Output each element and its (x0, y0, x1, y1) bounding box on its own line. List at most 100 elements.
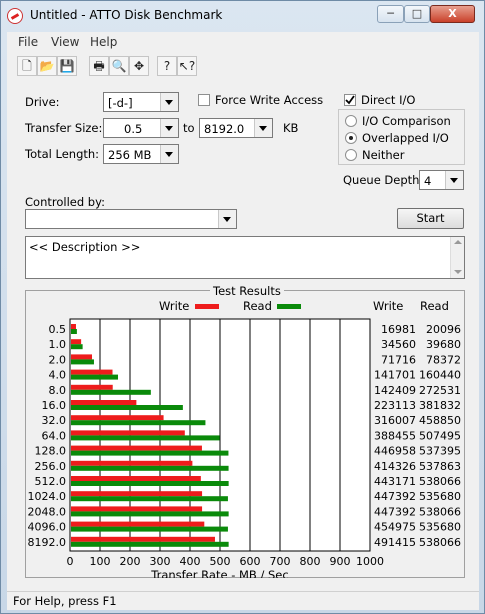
write-bar (71, 521, 205, 527)
read-bar (71, 526, 228, 532)
drive-select[interactable]: [-d-] (103, 92, 179, 112)
minimize-button[interactable]: ─ (377, 5, 404, 23)
write-bar (71, 476, 201, 481)
move-button[interactable]: ✥ (129, 56, 149, 76)
scroll-down-icon[interactable] (454, 270, 462, 274)
read-bar (71, 344, 83, 350)
save-button[interactable]: 💾 (57, 56, 77, 76)
read-bar (71, 389, 151, 395)
x-tick-label: 0 (67, 555, 74, 568)
transfer-from-select[interactable]: 0.5 (103, 118, 179, 138)
description-scrollbar[interactable] (450, 237, 464, 278)
write-bar (71, 460, 193, 466)
read-bar (71, 435, 220, 441)
y-tick-label: 1024.0 (28, 490, 67, 503)
write-bar (71, 536, 215, 542)
chevron-down-icon[interactable] (160, 145, 178, 163)
x-tick-label: 100 (90, 555, 111, 568)
read-bar (71, 359, 94, 365)
open-button[interactable]: 📂 (37, 56, 57, 76)
y-tick-label: 32.0 (42, 414, 67, 427)
description-box[interactable]: << Description >> (25, 236, 465, 279)
scroll-up-icon[interactable] (454, 240, 462, 244)
queue-depth-select[interactable]: 4 (419, 170, 464, 190)
overlapped-io-radio[interactable] (345, 132, 357, 144)
chevron-down-icon[interactable] (218, 210, 236, 228)
write-bar (71, 491, 203, 497)
read-value-label: 538066 (419, 475, 461, 488)
read-bar (71, 374, 119, 380)
read-bar (71, 541, 229, 547)
y-tick-label: 8192.0 (28, 536, 67, 549)
menu-file[interactable]: File (18, 35, 38, 49)
read-value-label: 39680 (426, 338, 461, 351)
description-text: << Description >> (29, 240, 141, 254)
direct-io-checkbox[interactable] (344, 94, 356, 106)
direct-io-label: Direct I/O (361, 93, 416, 107)
force-write-checkbox[interactable] (198, 94, 210, 106)
print-preview-button[interactable]: 🔍 (109, 56, 129, 76)
close-button[interactable]: X (430, 5, 475, 23)
write-value-label: 142409 (374, 384, 416, 397)
print-button[interactable]: 🖶 (89, 56, 109, 76)
x-tick-label: 400 (180, 555, 201, 568)
read-value-label: 538066 (419, 505, 461, 518)
x-tick-label: 600 (240, 555, 261, 568)
menu-view[interactable]: View (51, 35, 79, 49)
write-value-label: 71716 (381, 353, 416, 366)
write-value-label: 414326 (374, 460, 416, 473)
title-bar[interactable]: Untitled - ATTO Disk Benchmark ─ □ X (1, 1, 484, 31)
read-value-label: 78372 (426, 353, 461, 366)
y-tick-label: 16.0 (42, 399, 67, 412)
drive-label: Drive: (25, 95, 60, 109)
write-value-label: 443171 (374, 475, 416, 488)
write-value-label: 223113 (374, 399, 416, 412)
transfer-to-select[interactable]: 8192.0 (199, 118, 273, 138)
write-bar (71, 445, 202, 451)
neither-radio[interactable] (345, 149, 357, 161)
chevron-down-icon[interactable] (160, 93, 178, 111)
print-preview-icon: 🔍 (111, 59, 127, 73)
save-icon: 💾 (59, 59, 75, 73)
read-bar (71, 420, 206, 426)
y-tick-label: 4.0 (49, 369, 67, 382)
chevron-down-icon[interactable] (445, 171, 463, 189)
move-icon: ✥ (133, 59, 145, 73)
context-help-button[interactable]: ↖? (177, 56, 197, 76)
y-tick-label: 2048.0 (28, 505, 67, 518)
write-bar (71, 369, 113, 375)
transfer-rate-chart: 0 100 200 300 400 500 600 700 800 900 1000 Transfer… (28, 318, 461, 578)
read-bar (71, 511, 229, 517)
controlled-by-label: Controlled by: (25, 195, 105, 209)
y-tick-label: 0.5 (49, 323, 67, 336)
total-length-select[interactable]: 256 MB (103, 144, 179, 164)
x-tick-label: 900 (330, 555, 351, 568)
write-value-label: 388455 (374, 429, 416, 442)
start-button[interactable]: Start (397, 208, 464, 229)
read-value-label: 381832 (419, 399, 461, 412)
chevron-down-icon[interactable] (254, 119, 272, 137)
status-text: For Help, press F1 (13, 594, 117, 608)
read-value-label: 538066 (419, 536, 461, 549)
io-comparison-radio[interactable] (345, 115, 357, 127)
controlled-by-select[interactable] (25, 209, 237, 229)
chevron-down-icon[interactable] (160, 119, 178, 137)
y-tick-label: 512.0 (35, 475, 67, 488)
maximize-button[interactable]: □ (404, 5, 430, 23)
y-tick-label: 1.0 (49, 338, 67, 351)
write-value-label: 447392 (374, 490, 416, 503)
read-value-label: 537395 (419, 445, 461, 458)
x-axis-label: Transfer Rate - MB / Sec (150, 568, 288, 578)
x-tick-label: 200 (120, 555, 141, 568)
queue-depth-value: 4 (424, 174, 432, 188)
read-bar (71, 450, 229, 456)
menu-help[interactable]: Help (90, 35, 117, 49)
to-label: to (183, 121, 195, 135)
y-tick-label: 64.0 (42, 429, 67, 442)
read-bar (71, 405, 183, 410)
write-bar (71, 324, 76, 329)
open-icon: 📂 (39, 59, 55, 73)
new-button[interactable]: 🗋 (17, 56, 37, 76)
read-bar (71, 329, 77, 334)
help-button[interactable]: ? (157, 56, 177, 76)
